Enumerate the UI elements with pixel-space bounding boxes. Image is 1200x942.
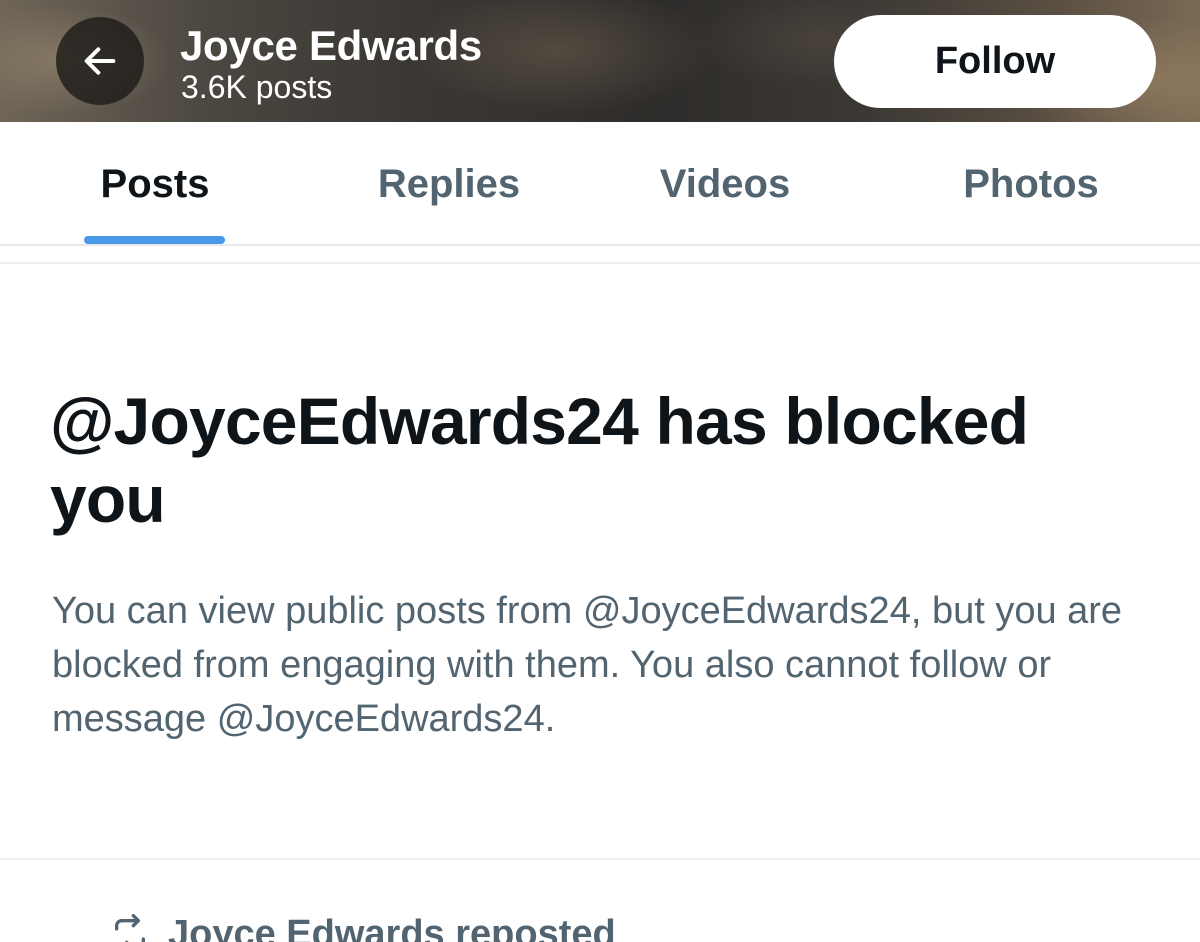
profile-name: Joyce Edwards (180, 22, 482, 69)
divider (0, 858, 1200, 860)
repost-indicator: Joyce Edwards reposted (110, 912, 616, 942)
active-tab-indicator (84, 236, 225, 244)
follow-button[interactable]: Follow (834, 15, 1156, 108)
blocked-title: @JoyceEdwards24 has blocked you (50, 384, 1029, 536)
tab-videos[interactable]: Videos (614, 122, 836, 246)
profile-tabs: Posts Replies Videos Photos (0, 122, 1200, 246)
back-button[interactable] (56, 17, 144, 105)
profile-header: Joyce Edwards 3.6K posts Follow (0, 0, 1200, 122)
divider (0, 262, 1200, 264)
tab-replies[interactable]: Replies (338, 122, 560, 246)
repost-label: Joyce Edwards reposted (168, 913, 616, 942)
post-count: 3.6K posts (181, 69, 333, 105)
repost-icon (115, 914, 145, 942)
blocked-description: You can view public posts from @JoyceEdw… (52, 590, 1123, 740)
tab-posts[interactable]: Posts (44, 122, 266, 246)
arrow-left-icon (84, 47, 116, 75)
tab-photos[interactable]: Photos (920, 122, 1142, 246)
